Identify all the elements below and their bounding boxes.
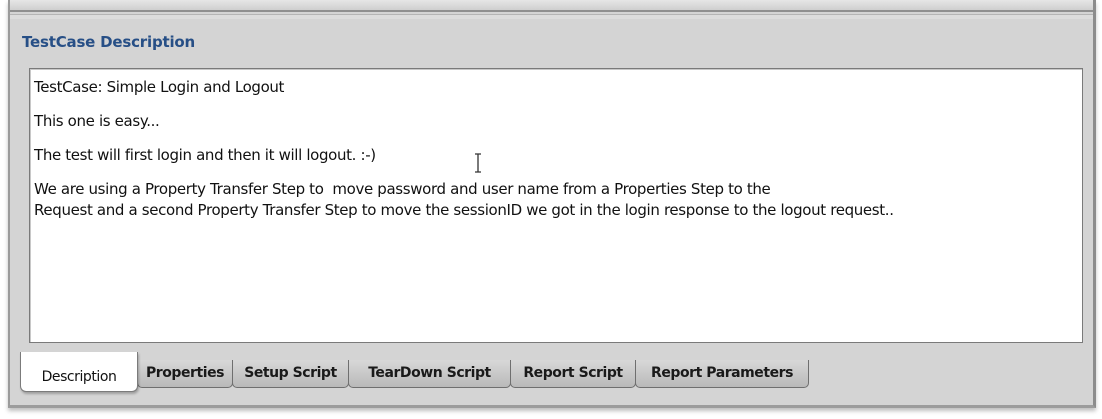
section-title: TestCase Description <box>22 33 195 51</box>
tab-report-script[interactable]: Report Script <box>510 360 636 388</box>
description-line: TestCase: Simple Login and Logout <box>34 78 285 96</box>
tab-report-parameters[interactable]: Report Parameters <box>635 360 809 388</box>
description-line: This one is easy... <box>34 112 160 130</box>
tab-strip: Description Properties Setup Script Tear… <box>20 352 840 396</box>
description-line: We are using a Property Transfer Step to… <box>34 180 771 198</box>
description-blank-line <box>34 98 1082 111</box>
description-line: Request and a second Property Transfer S… <box>34 201 894 219</box>
tab-setup-script[interactable]: Setup Script <box>232 360 349 388</box>
tab-properties[interactable]: Properties <box>137 360 233 388</box>
description-blank-line <box>34 166 1082 179</box>
tab-teardown-script[interactable]: TearDown Script <box>348 360 511 388</box>
description-textarea[interactable]: TestCase: Simple Login and Logout This o… <box>29 68 1083 343</box>
tab-description[interactable]: Description <box>20 352 138 392</box>
panel-top-border <box>10 0 1093 12</box>
panel-divider <box>10 14 1093 19</box>
i-beam-cursor-icon <box>475 153 481 173</box>
description-line: The test will first login and then it wi… <box>34 146 376 164</box>
description-blank-line <box>34 132 1082 145</box>
